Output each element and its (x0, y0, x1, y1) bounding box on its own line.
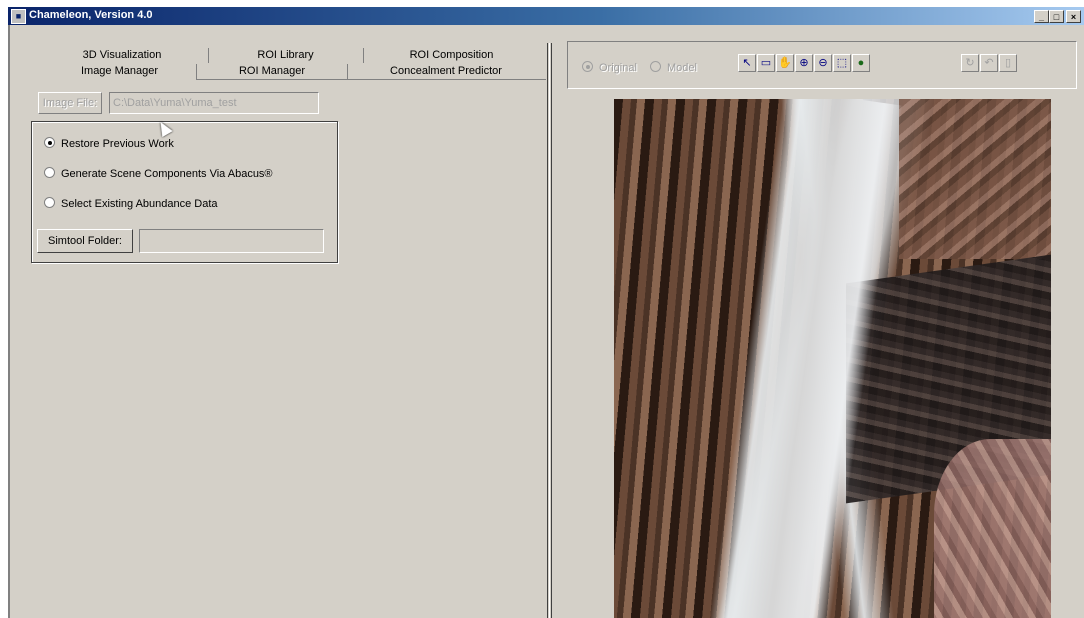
terrain-region (934, 439, 1051, 618)
rotate-button[interactable]: ↻ (961, 54, 979, 72)
window-title: Chameleon, Version 4.0 (29, 9, 153, 21)
pan-tool-button[interactable]: ✋ (776, 54, 794, 72)
mode-original-radio[interactable]: Original (582, 60, 637, 74)
image-file-path-field[interactable]: C:\Data\Yuma\Yuma_test (109, 92, 319, 114)
image-viewer-pane: Original Model ↖ ▭ ✋ ⊕ ⊖ ⬚ ● ↻ ↶ ▯ (565, 37, 1084, 618)
viewer-toolbar: Original Model ↖ ▭ ✋ ⊕ ⊖ ⬚ ● ↻ ↶ ▯ (567, 41, 1077, 89)
client-area: 3D Visualization ROI Library ROI Composi… (8, 25, 1084, 618)
radio-label: Select Existing Abundance Data (61, 198, 218, 210)
pane-splitter[interactable] (546, 25, 553, 618)
radio-empty-icon (650, 61, 661, 72)
select-rect-tool-button[interactable]: ▭ (757, 54, 775, 72)
radio-label: Generate Scene Components Via Abacus® (61, 168, 273, 180)
maximize-button[interactable]: □ (1049, 10, 1064, 23)
tab-concealment-predictor[interactable]: Concealment Predictor (348, 63, 544, 79)
pan-hand-icon: ✋ (778, 57, 792, 69)
tab-roi-composition[interactable]: ROI Composition (364, 47, 539, 63)
tab-image-manager[interactable]: Image Manager (43, 63, 196, 79)
globe-button[interactable]: ● (852, 54, 870, 72)
radio-label: Restore Previous Work (61, 138, 174, 150)
tab-underline (196, 79, 546, 80)
undo-icon: ↶ (984, 57, 994, 69)
radio-selected-icon (44, 137, 55, 148)
undo-button[interactable]: ↶ (980, 54, 998, 72)
work-source-group: Restore Previous Work Generate Scene Com… (31, 121, 338, 263)
zoom-extent-button[interactable]: ⬚ (833, 54, 851, 72)
simtool-folder-field[interactable] (139, 229, 324, 253)
splitter-line (549, 43, 550, 618)
terrain-region (899, 99, 1051, 259)
left-pane: 3D Visualization ROI Library ROI Composi… (28, 31, 552, 618)
mode-original-label: Original (599, 62, 637, 74)
close-button[interactable]: × (1066, 10, 1081, 23)
rotate-icon: ↻ (965, 57, 975, 69)
splitter-line (551, 43, 552, 618)
pointer-icon: ↖ (742, 57, 752, 69)
zoom-in-button[interactable]: ⊕ (795, 54, 813, 72)
document-icon: ▯ (1004, 57, 1012, 69)
tab-roi-manager[interactable]: ROI Manager (197, 63, 347, 79)
zoom-in-icon: ⊕ (799, 57, 809, 69)
restore-previous-work-radio[interactable]: Restore Previous Work (44, 136, 174, 152)
globe-icon: ● (857, 57, 865, 69)
splitter-line (547, 43, 548, 618)
simtool-folder-button[interactable]: Simtool Folder: (37, 229, 133, 253)
radio-empty-icon (44, 197, 55, 208)
mode-model-radio[interactable]: Model (650, 60, 697, 74)
generate-scene-components-radio[interactable]: Generate Scene Components Via Abacus® (44, 166, 273, 182)
zoom-extent-icon: ⬚ (836, 57, 848, 69)
select-rect-icon: ▭ (760, 57, 772, 69)
mode-model-label: Model (667, 62, 697, 74)
tab-3d-visualization[interactable]: 3D Visualization (43, 47, 201, 63)
minimize-button[interactable]: _ (1034, 10, 1049, 23)
radio-selected-icon (582, 61, 593, 72)
document-button[interactable]: ▯ (999, 54, 1017, 72)
select-abundance-data-radio[interactable]: Select Existing Abundance Data (44, 196, 218, 212)
image-file-button[interactable]: Image File: (38, 92, 102, 114)
title-bar: ■ Chameleon, Version 4.0 _ □ × (8, 7, 1084, 25)
zoom-out-button[interactable]: ⊖ (814, 54, 832, 72)
satellite-image[interactable] (614, 99, 1051, 618)
zoom-out-icon: ⊖ (818, 57, 828, 69)
radio-empty-icon (44, 167, 55, 178)
tab-roi-library[interactable]: ROI Library (209, 47, 362, 63)
pointer-tool-button[interactable]: ↖ (738, 54, 756, 72)
app-icon[interactable]: ■ (11, 9, 26, 24)
